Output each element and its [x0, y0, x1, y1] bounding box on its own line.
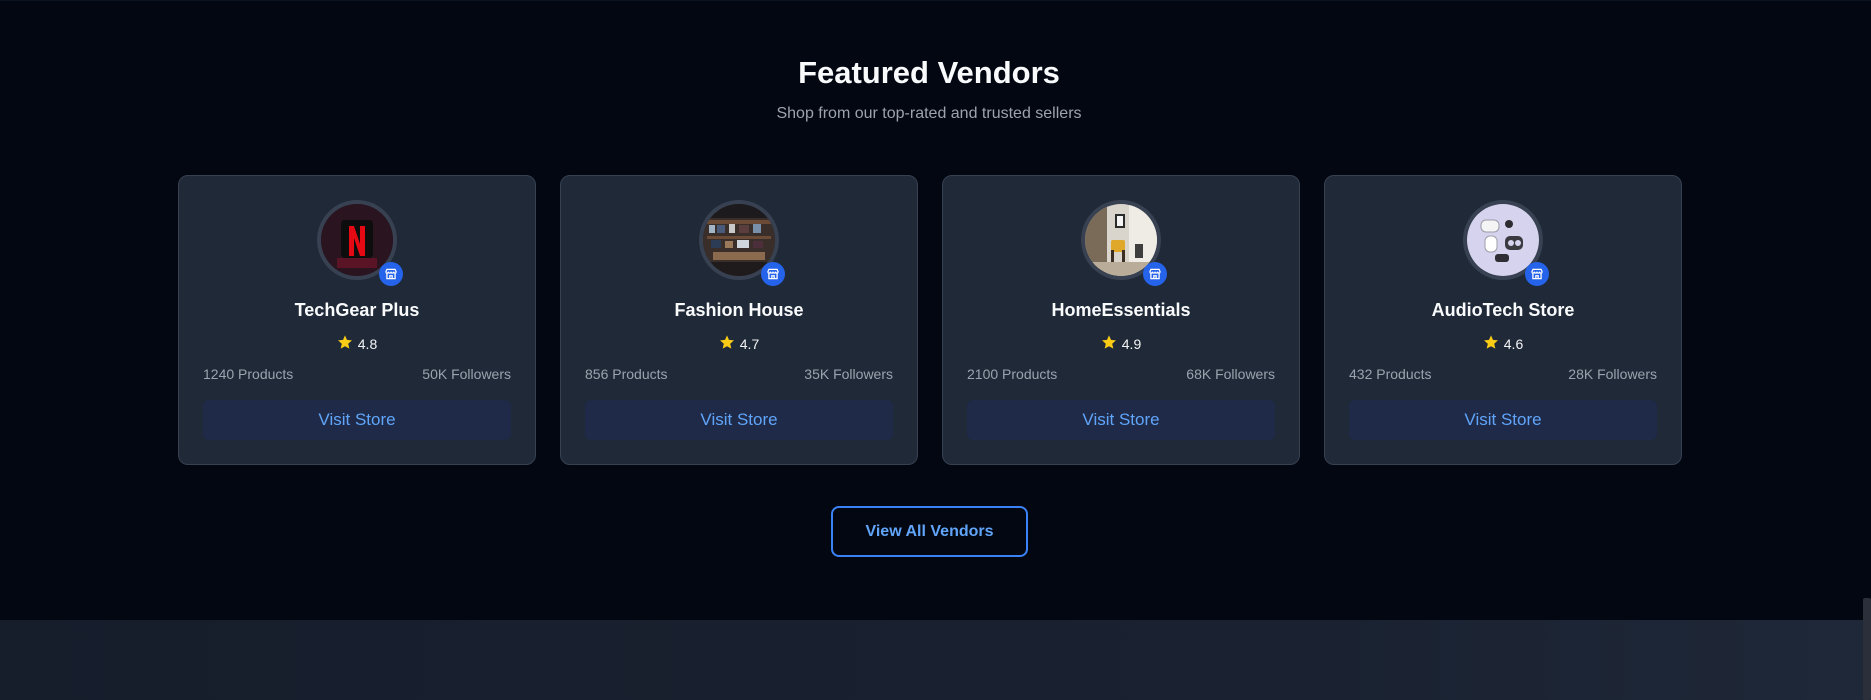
- product-count: 2100 Products: [967, 366, 1058, 382]
- visit-store-button[interactable]: Visit Store: [967, 400, 1275, 440]
- follower-count: 28K Followers: [1568, 366, 1657, 382]
- vendor-stats: 2100 Products 68K Followers: [967, 366, 1275, 382]
- star-icon: [719, 334, 735, 353]
- product-count: 432 Products: [1349, 366, 1432, 382]
- follower-count: 68K Followers: [1186, 366, 1275, 382]
- star-icon: [1483, 334, 1499, 353]
- vendor-name: TechGear Plus: [294, 300, 420, 320]
- vendor-name: AudioTech Store: [1431, 300, 1575, 320]
- vendor-stats: 432 Products 28K Followers: [1349, 366, 1657, 382]
- vendor-rating: 4.8: [179, 334, 535, 353]
- rating-value: 4.8: [357, 335, 378, 352]
- rating-value: 4.7: [739, 335, 760, 352]
- store-icon: [1143, 262, 1167, 286]
- vendor-stats: 1240 Products 50K Followers: [203, 366, 511, 382]
- section-title: Featured Vendors: [798, 55, 1060, 90]
- rating-value: 4.6: [1503, 335, 1524, 352]
- next-section-background: [0, 620, 1871, 700]
- vendor-name: Fashion House: [674, 300, 804, 320]
- vendor-card: TechGear Plus 4.8 1240 Products 50K Foll…: [178, 175, 536, 465]
- star-icon: [1101, 334, 1117, 353]
- vendor-card: AudioTech Store 4.6 432 Products 28K Fol…: [1324, 175, 1682, 465]
- store-icon: [379, 262, 403, 286]
- follower-count: 35K Followers: [804, 366, 893, 382]
- featured-vendors-section: Featured Vendors Shop from our top-rated…: [0, 0, 1871, 620]
- view-all-vendors-button[interactable]: View All Vendors: [831, 506, 1028, 557]
- vendor-card: HomeEssentials 4.9 2100 Products 68K Fol…: [942, 175, 1300, 465]
- product-count: 1240 Products: [203, 366, 294, 382]
- star-icon: [337, 334, 353, 353]
- vendor-name: HomeEssentials: [1051, 300, 1191, 320]
- follower-count: 50K Followers: [422, 366, 511, 382]
- store-icon: [761, 262, 785, 286]
- visit-store-button[interactable]: Visit Store: [203, 400, 511, 440]
- vendor-card: Fashion House 4.7 856 Products 35K Follo…: [560, 175, 918, 465]
- vendor-avatar: [1463, 200, 1549, 286]
- vendor-avatar: [1081, 200, 1167, 286]
- vendor-rating: 4.6: [1325, 334, 1681, 353]
- vendor-avatar: [317, 200, 403, 286]
- section-subtitle: Shop from our top-rated and trusted sell…: [776, 105, 1082, 122]
- rating-value: 4.9: [1121, 335, 1142, 352]
- vendor-stats: 856 Products 35K Followers: [585, 366, 893, 382]
- store-icon: [1525, 262, 1549, 286]
- visit-store-button[interactable]: Visit Store: [585, 400, 893, 440]
- vendor-avatar: [699, 200, 785, 286]
- vendor-rating: 4.9: [943, 334, 1299, 353]
- visit-store-button[interactable]: Visit Store: [1349, 400, 1657, 440]
- vendor-rating: 4.7: [561, 334, 917, 353]
- product-count: 856 Products: [585, 366, 668, 382]
- scrollbar-thumb[interactable]: [1863, 598, 1871, 700]
